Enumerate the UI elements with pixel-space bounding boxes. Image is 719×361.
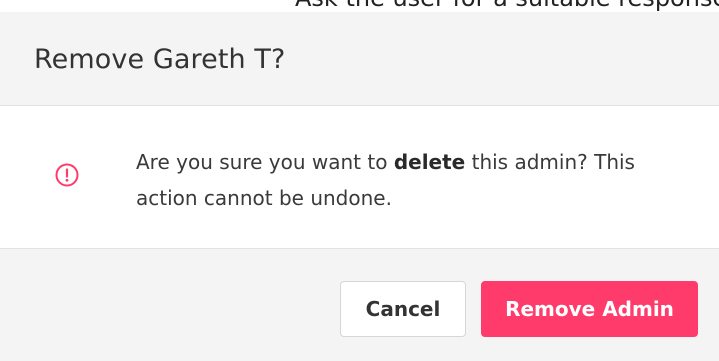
dialog-footer: Cancel Remove Admin [0,249,719,361]
message-emphasis-delete: delete [393,150,466,174]
confirmation-message: Are you sure you want to delete this adm… [136,144,696,216]
top-cropped-text: Ask the user for a suitable response pro… [0,0,719,12]
dialog-body: Are you sure you want to delete this adm… [0,106,719,249]
exclamation-circle-icon [55,163,79,187]
dialog-header: Remove Gareth T? [0,12,719,106]
dialog-title: Remove Gareth T? [34,44,286,75]
cropped-prompt-text: Ask the user for a suitable response pro… [295,0,719,12]
cancel-button[interactable]: Cancel [340,281,466,337]
message-text-before: Are you sure you want to [136,150,394,174]
remove-admin-button[interactable]: Remove Admin [481,281,698,337]
remove-admin-dialog: Ask the user for a suitable response pro… [0,0,719,361]
